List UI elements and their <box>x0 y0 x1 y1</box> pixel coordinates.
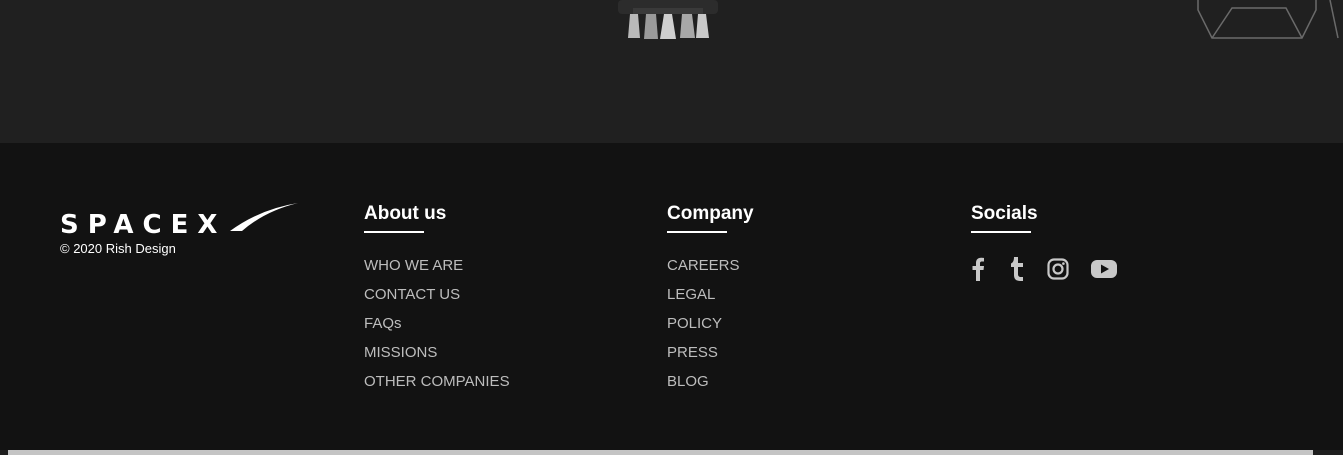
company-underline <box>667 231 727 233</box>
company-column: Company CAREERS LEGAL POLICY PRESS BLOG <box>667 202 754 402</box>
link-faqs[interactable]: FAQs <box>364 315 510 344</box>
link-blog[interactable]: BLOG <box>667 373 754 402</box>
instagram-icon[interactable] <box>1047 257 1091 286</box>
hero-graphics <box>618 0 1339 39</box>
youtube-icon[interactable] <box>1091 257 1117 286</box>
horizontal-scrollbar-thumb[interactable] <box>8 450 1313 455</box>
socials-underline <box>971 231 1031 233</box>
link-press[interactable]: PRESS <box>667 344 754 373</box>
link-policy[interactable]: POLICY <box>667 315 754 344</box>
social-icons <box>971 257 1117 286</box>
svg-text:SPACEX: SPACEX <box>60 210 226 235</box>
company-heading: Company <box>667 203 754 224</box>
link-other-companies[interactable]: OTHER COMPANIES <box>364 373 510 402</box>
link-careers[interactable]: CAREERS <box>667 257 754 286</box>
socials-column: Socials <box>971 202 1117 286</box>
facebook-icon[interactable] <box>971 257 1009 286</box>
link-who-we-are[interactable]: WHO WE ARE <box>364 257 510 286</box>
link-missions[interactable]: MISSIONS <box>364 344 510 373</box>
about-underline <box>364 231 424 233</box>
about-links: WHO WE ARE CONTACT US FAQs MISSIONS OTHE… <box>364 257 510 402</box>
company-links: CAREERS LEGAL POLICY PRESS BLOG <box>667 257 754 402</box>
copyright-text: © 2020 Rish Design <box>60 241 176 256</box>
about-column: About us WHO WE ARE CONTACT US FAQs MISS… <box>364 202 510 402</box>
link-contact-us[interactable]: CONTACT US <box>364 286 510 315</box>
about-heading: About us <box>364 203 447 224</box>
spacex-logo-icon: SPACEX <box>60 203 298 240</box>
socials-heading: Socials <box>971 203 1038 224</box>
tumblr-icon[interactable] <box>1009 257 1047 286</box>
hero-section <box>0 0 1343 143</box>
link-legal[interactable]: LEGAL <box>667 286 754 315</box>
spacex-logo[interactable]: SPACEX <box>60 201 300 240</box>
capsule-outline-image <box>1197 0 1339 39</box>
footer: SPACEX © 2020 Rish Design About us WHO W… <box>0 143 1343 450</box>
rocket-engines-image <box>618 0 718 39</box>
